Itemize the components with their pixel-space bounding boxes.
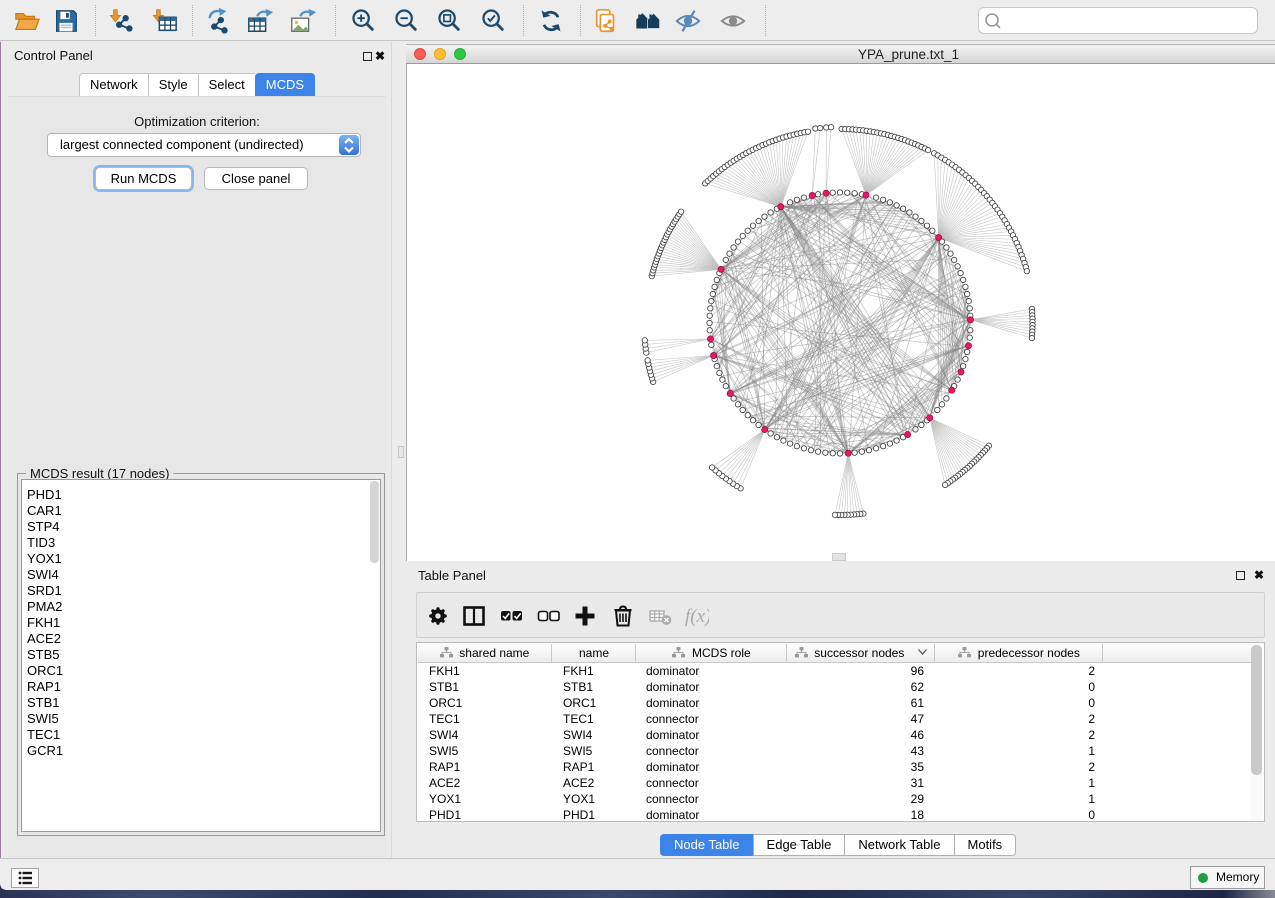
svg-text:f(x): f(x) <box>685 606 709 627</box>
